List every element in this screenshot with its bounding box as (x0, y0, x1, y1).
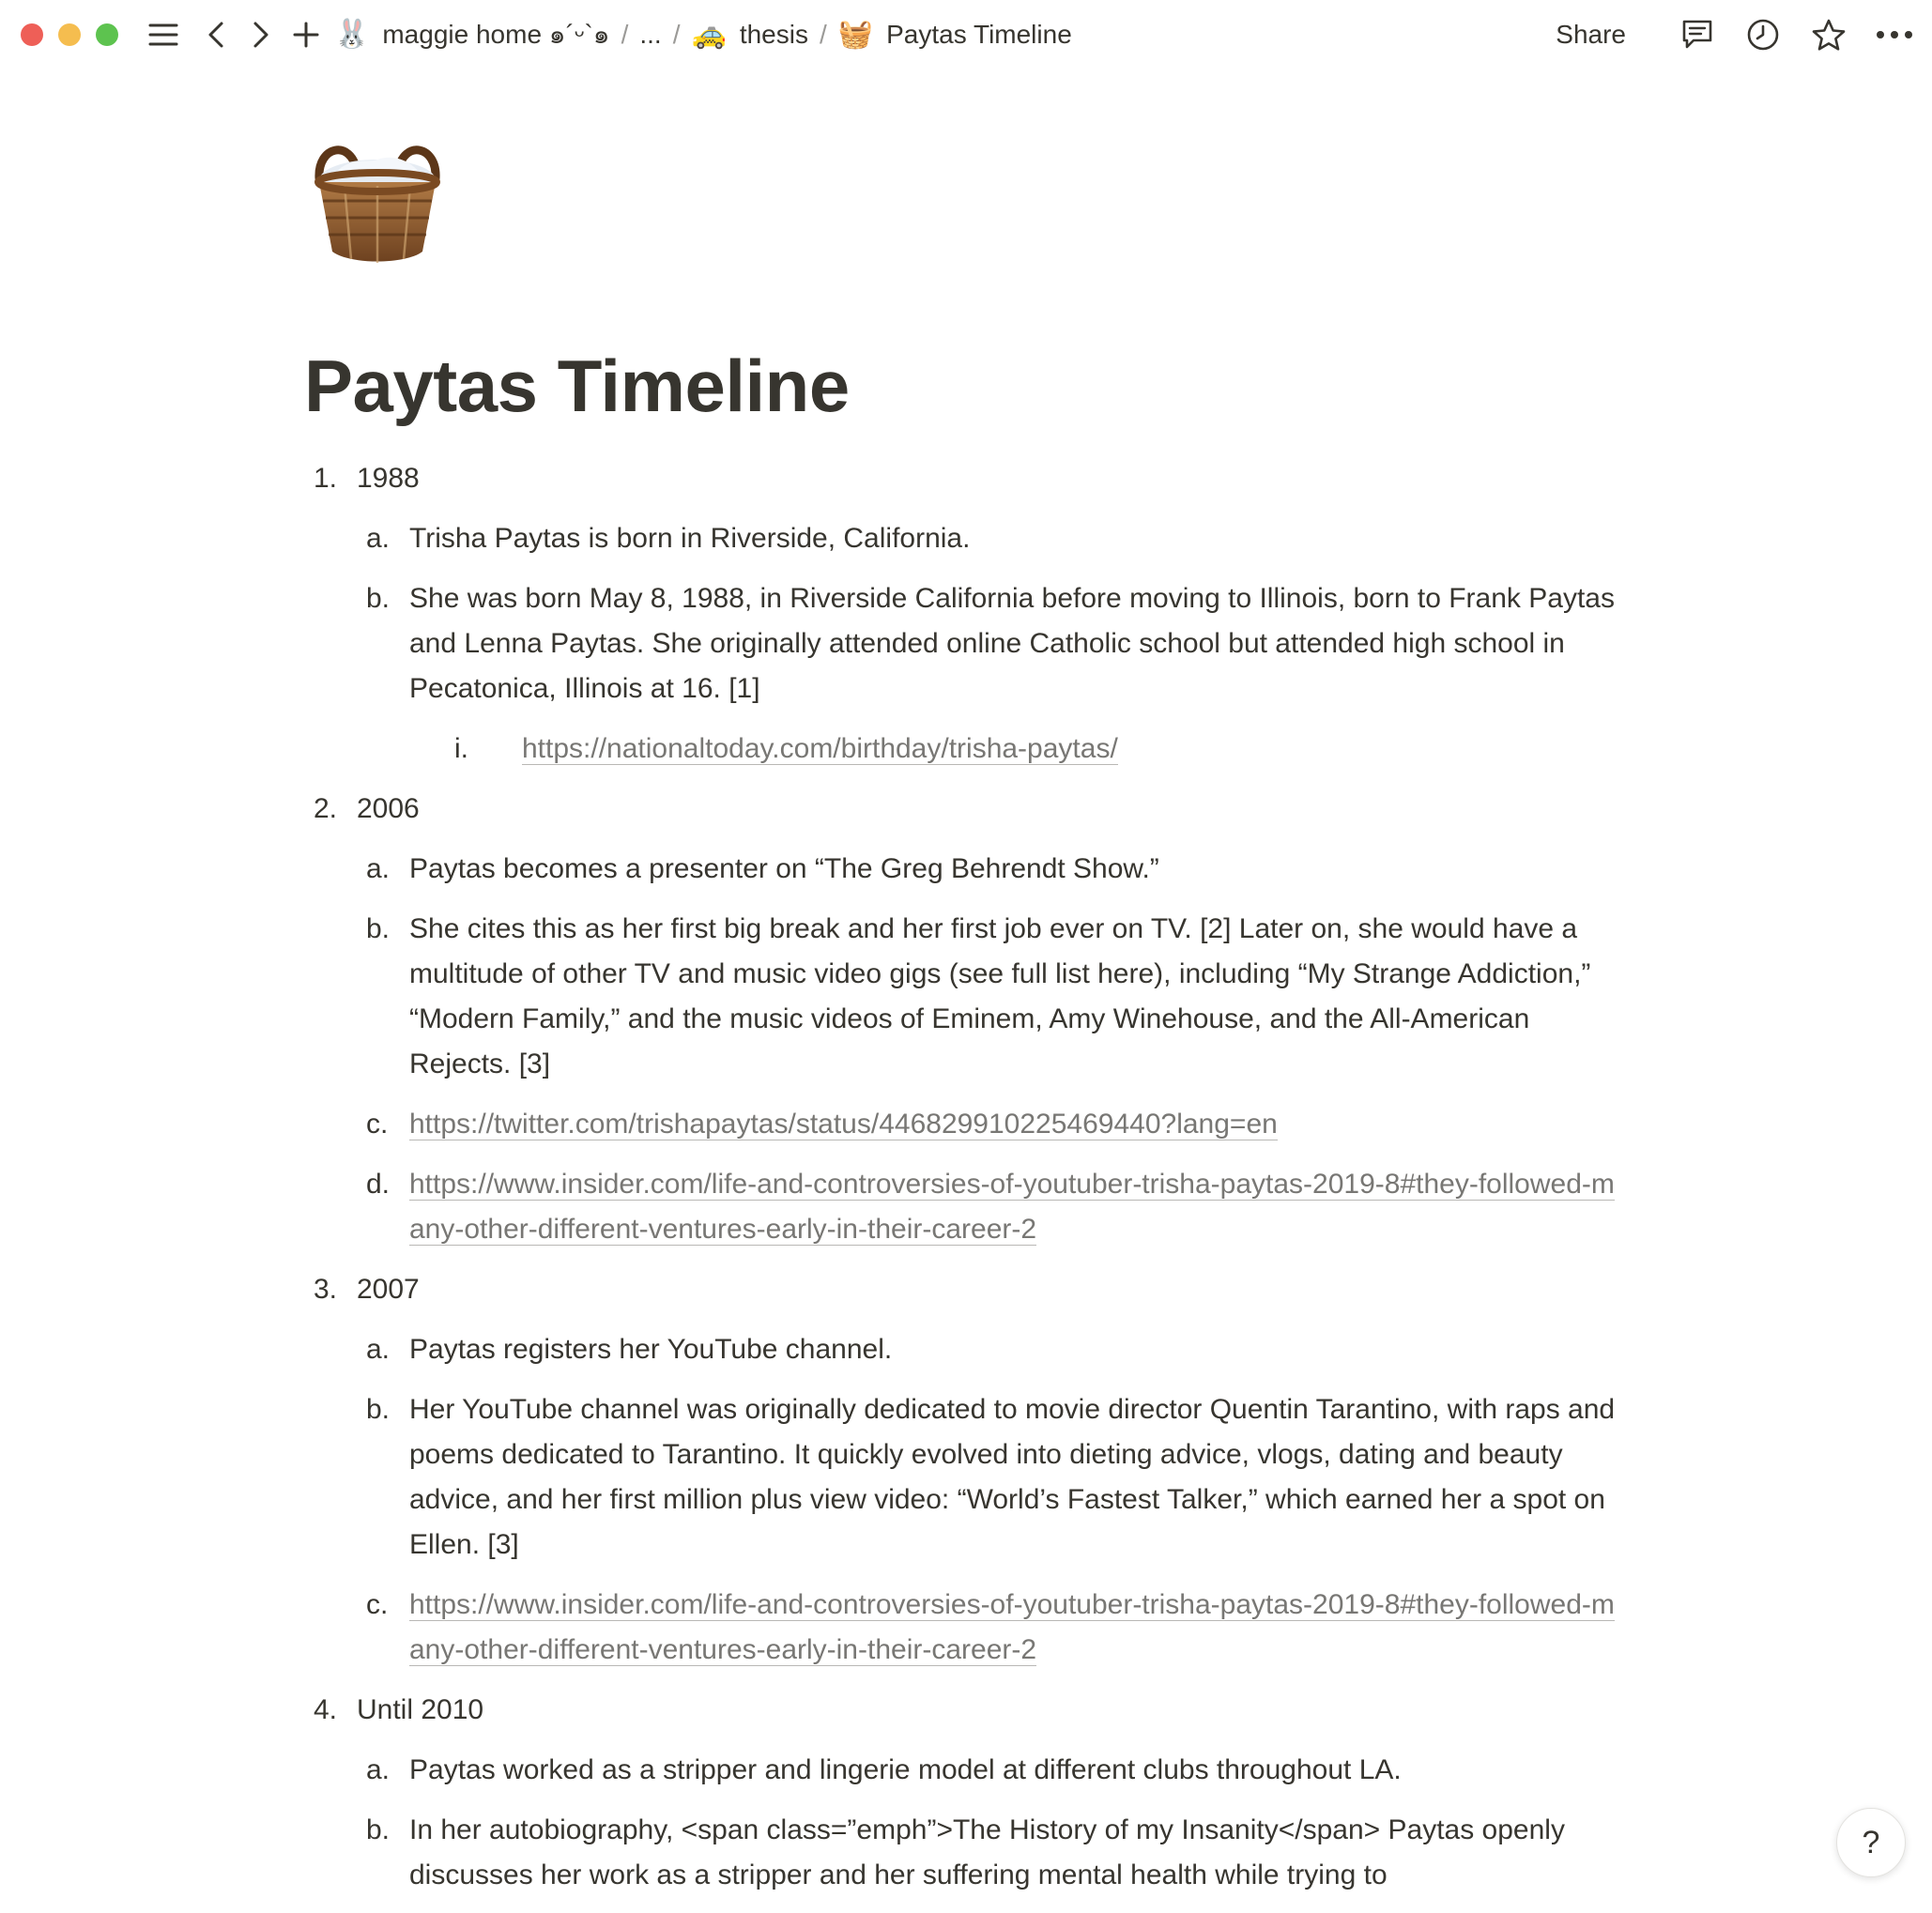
basket-icon[interactable] (302, 122, 452, 272)
list-letter: d. (366, 1169, 391, 1200)
year-label: Until 2010 (357, 1694, 484, 1725)
list-item-text: She was born May 8, 1988, in Riverside C… (409, 583, 1615, 704)
list-letter: a. (366, 523, 391, 554)
source-link[interactable]: https://twitter.com/trishapaytas/status/… (409, 1109, 1278, 1140)
breadcrumb-ellipsis[interactable]: ... (639, 20, 661, 50)
year-label: 1988 (357, 463, 420, 494)
back-arrow-icon[interactable] (193, 12, 238, 57)
page-content: 1. 1988 a. Trisha Paytas is born in Rive… (304, 456, 1618, 1913)
new-page-plus-icon[interactable] (284, 12, 329, 57)
more-options-icon[interactable] (1874, 14, 1915, 55)
list-number: 4. (314, 1694, 338, 1725)
list-item[interactable]: b. She cites this as her first big break… (304, 907, 1618, 1087)
timeline-year[interactable]: 4. Until 2010 (304, 1688, 1618, 1733)
list-item[interactable]: a. Paytas registers her YouTube channel. (304, 1327, 1618, 1372)
star-favorite-icon[interactable] (1808, 14, 1849, 55)
forward-arrow-icon[interactable] (238, 12, 284, 57)
page-title[interactable]: Paytas Timeline (304, 344, 850, 429)
list-number: 3. (314, 1274, 338, 1305)
clock-history-icon[interactable] (1742, 14, 1784, 55)
close-window-button[interactable] (21, 23, 43, 46)
basket-icon: 🧺 (837, 19, 874, 50)
list-number: 1. (314, 463, 338, 494)
breadcrumb-separator: / (819, 20, 827, 49)
list-item[interactable]: a. Paytas worked as a stripper and linge… (304, 1748, 1618, 1793)
list-letter: b. (366, 913, 391, 944)
breadcrumb-current-page[interactable]: 🧺 Paytas Timeline (838, 20, 1072, 50)
sidebar-menu-icon[interactable] (141, 12, 186, 57)
list-item-text: Paytas becomes a presenter on “The Greg … (409, 853, 1159, 884)
list-letter: c. (366, 1589, 389, 1620)
source-link[interactable]: https://www.insider.com/life-and-controv… (409, 1589, 1615, 1666)
list-letter: b. (366, 1814, 391, 1845)
list-item[interactable]: a. Paytas becomes a presenter on “The Gr… (304, 847, 1618, 892)
list-item-text: Trisha Paytas is born in Riverside, Cali… (409, 523, 971, 554)
comment-icon[interactable] (1677, 14, 1718, 55)
title-bar: 🐰 maggie home ๑´ᵕ`๑ / ... / 🚕 thesis / 🧺… (0, 0, 1932, 69)
list-item[interactable]: b. Her YouTube channel was originally de… (304, 1387, 1618, 1568)
list-item[interactable]: c. https://www.insider.com/life-and-cont… (304, 1583, 1618, 1673)
list-item[interactable]: d. https://www.insider.com/life-and-cont… (304, 1162, 1618, 1252)
maximize-window-button[interactable] (96, 23, 118, 46)
list-item[interactable]: a. Trisha Paytas is born in Riverside, C… (304, 516, 1618, 561)
year-label: 2006 (357, 793, 420, 824)
breadcrumb-label: maggie home ๑´ᵕ`๑ (382, 20, 610, 49)
breadcrumb-label: thesis (739, 20, 808, 49)
list-number: 2. (314, 793, 338, 824)
list-item-text: Her YouTube channel was originally dedic… (409, 1394, 1616, 1560)
taxi-icon: 🚕 (691, 19, 727, 50)
timeline-year[interactable]: 3. 2007 (304, 1267, 1618, 1312)
list-letter: a. (366, 1334, 391, 1365)
timeline-year[interactable]: 1. 1988 (304, 456, 1618, 501)
window-controls (21, 23, 133, 46)
minimize-window-button[interactable] (58, 23, 81, 46)
list-roman: i. (454, 733, 468, 764)
list-item-text: She cites this as her first big break an… (409, 913, 1591, 1079)
list-letter: a. (366, 853, 391, 884)
page-actions: Share (1556, 0, 1915, 69)
list-item[interactable]: b. In her autobiography, <span class=”em… (304, 1808, 1618, 1898)
year-label: 2007 (357, 1274, 420, 1305)
list-letter: b. (366, 1394, 391, 1425)
list-letter: b. (366, 583, 391, 614)
rabbit-icon: 🐰 (334, 19, 370, 50)
breadcrumb: 🐰 maggie home ๑´ᵕ`๑ / ... / 🚕 thesis / 🧺… (334, 14, 1072, 55)
list-item[interactable]: i. https://nationaltoday.com/birthday/tr… (304, 727, 1618, 772)
breadcrumb-label: Paytas Timeline (886, 20, 1072, 49)
list-item-text: Paytas registers her YouTube channel. (409, 1334, 893, 1365)
help-button[interactable]: ? (1836, 1808, 1906, 1877)
breadcrumb-home[interactable]: 🐰 maggie home ๑´ᵕ`๑ (334, 14, 610, 55)
list-letter: c. (366, 1109, 389, 1140)
source-link[interactable]: https://www.insider.com/life-and-controv… (409, 1169, 1615, 1246)
source-link[interactable]: https://nationaltoday.com/birthday/trish… (522, 733, 1118, 765)
list-item[interactable]: b. She was born May 8, 1988, in Riversid… (304, 576, 1618, 712)
list-item-text: In her autobiography, <span class=”emph”… (409, 1814, 1565, 1890)
breadcrumb-separator: / (672, 20, 681, 49)
breadcrumb-separator: / (621, 20, 629, 49)
breadcrumb-thesis[interactable]: 🚕 thesis (691, 20, 808, 50)
list-item[interactable]: c. https://twitter.com/trishapaytas/stat… (304, 1102, 1618, 1147)
list-letter: a. (366, 1754, 391, 1785)
list-item-text: Paytas worked as a stripper and lingerie… (409, 1754, 1402, 1785)
share-button[interactable]: Share (1556, 20, 1626, 50)
timeline-year[interactable]: 2. 2006 (304, 787, 1618, 832)
